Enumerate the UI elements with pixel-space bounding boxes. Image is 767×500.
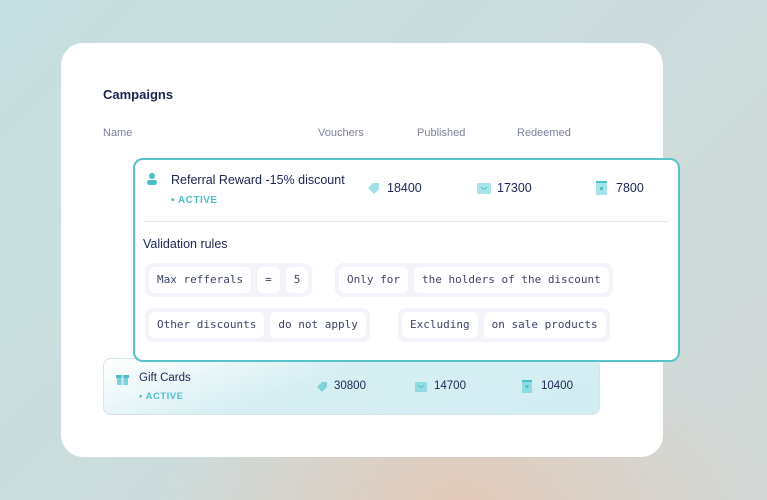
rule-max-referrals[interactable]: Max refferals = 5 [145, 263, 313, 297]
tag-icon [368, 183, 379, 194]
page-title: Campaigns [103, 87, 174, 102]
rule-chip: Excluding [402, 312, 478, 338]
redeemed-count: 7800 [616, 181, 644, 195]
column-header-vouchers: Vouchers [318, 127, 364, 139]
column-header-redeemed: Redeemed [517, 127, 571, 139]
status-text: ACTIVE [145, 391, 184, 402]
rule-excluding[interactable]: Excluding on sale products [398, 308, 610, 342]
rule-chip: Other discounts [149, 312, 265, 338]
rule-other-discounts[interactable]: Other discounts do not apply [145, 308, 370, 342]
receipt-icon [522, 380, 532, 393]
campaign-name[interactable]: Gift Cards [139, 372, 191, 384]
mail-icon [415, 382, 427, 392]
rule-chip: Max refferals [149, 267, 252, 293]
tag-icon [317, 382, 327, 392]
vouchers-count: 30800 [334, 380, 366, 392]
receipt-icon [596, 181, 607, 195]
validation-rules-title: Validation rules [143, 237, 228, 251]
vouchers-count: 18400 [387, 181, 422, 195]
status-badge: • ACTIVE [139, 391, 184, 402]
campaign-row-gift-cards[interactable]: Gift Cards • ACTIVE 30800 14700 10400 [103, 358, 600, 415]
user-icon [147, 173, 157, 185]
rule-chip: Only for [339, 267, 408, 293]
campaign-name[interactable]: Referral Reward -15% discount [171, 173, 345, 187]
status-text: ACTIVE [177, 195, 218, 206]
mail-icon [477, 183, 491, 194]
rule-chip: 5 [285, 267, 309, 293]
divider [143, 221, 669, 222]
column-header-published: Published [417, 127, 466, 139]
status-badge: • ACTIVE [171, 195, 218, 206]
redeemed-count: 10400 [541, 380, 573, 392]
published-count: 17300 [497, 181, 532, 195]
column-header-name: Name [103, 127, 133, 139]
gift-icon [116, 375, 129, 385]
rule-chip: do not apply [270, 312, 366, 338]
rule-chip: on sale products [483, 312, 606, 338]
rule-chip: = [257, 267, 280, 293]
published-count: 14700 [434, 380, 466, 392]
rule-only-for[interactable]: Only for the holders of the discount [335, 263, 613, 297]
rule-chip: the holders of the discount [413, 267, 609, 293]
